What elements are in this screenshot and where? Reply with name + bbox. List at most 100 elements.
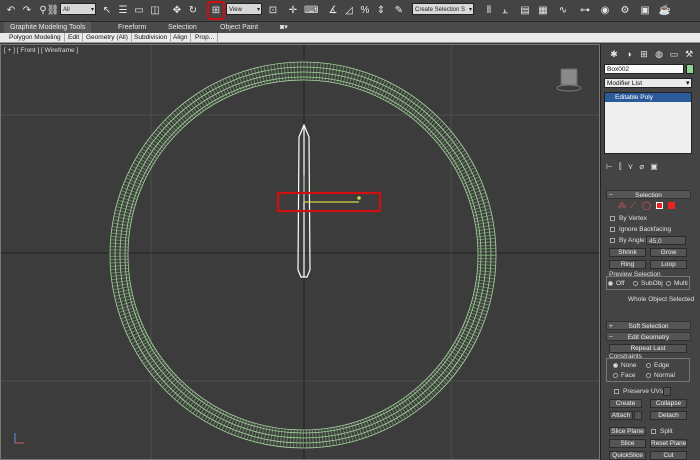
front-viewport[interactable]: [ + ] [ Front ] [ Wireframe ] <box>0 44 600 460</box>
by-vertex-label: By Vertex <box>619 215 647 222</box>
tab-selection[interactable]: Selection <box>168 22 197 33</box>
preview-off-radio[interactable] <box>608 281 613 286</box>
spinner-snap-icon[interactable]: ⇕ <box>374 3 388 18</box>
panel-geometry-all[interactable]: Geometry (All) <box>83 33 132 43</box>
render-production-icon[interactable]: ☕ <box>658 3 672 18</box>
edit-geometry-rollout-header[interactable]: − Edit Geometry <box>606 332 691 341</box>
soft-selection-rollout-header[interactable]: + Soft Selection <box>606 321 691 330</box>
detach-button[interactable]: Detach <box>650 411 687 420</box>
create-button[interactable]: Create <box>609 399 642 408</box>
unlink-icon[interactable]: ⛓ <box>46 3 60 18</box>
ignore-backfacing-checkbox[interactable] <box>610 227 615 232</box>
select-object-icon[interactable]: ↖ <box>100 3 114 18</box>
rectangular-selection-icon[interactable]: ▭ <box>132 3 146 18</box>
tab-graphite-modeling-tools[interactable]: Graphite Modeling Tools <box>4 22 92 33</box>
rotate-icon[interactable]: ↻ <box>186 3 200 18</box>
move-icon[interactable]: ✥ <box>170 3 184 18</box>
cut-button[interactable]: Cut <box>650 451 687 460</box>
attach-button[interactable]: Attach <box>609 411 633 420</box>
loop-button[interactable]: Loop <box>650 260 687 269</box>
object-color-swatch[interactable] <box>686 64 694 74</box>
hierarchy-tab-icon[interactable]: ⊞ <box>637 47 651 62</box>
layer-manager-icon[interactable]: ▤ <box>518 3 532 18</box>
panel-align[interactable]: Align <box>170 33 192 43</box>
preview-off-label: Off <box>616 280 625 287</box>
modify-tab-icon[interactable]: ◑ <box>622 47 636 62</box>
tab-freeform[interactable]: Freeform <box>118 22 146 33</box>
polygon-level-icon[interactable] <box>656 202 663 209</box>
vertex-level-icon[interactable]: ⁂ <box>618 201 626 210</box>
scale-icon[interactable]: ⊞ <box>207 1 225 20</box>
keyboard-shortcut-icon[interactable]: ⌨ <box>304 3 318 18</box>
split-checkbox[interactable] <box>651 429 656 434</box>
selection-status-text: Whole Object Selected <box>628 296 695 303</box>
panel-polygon-modeling[interactable]: Polygon Modeling <box>6 33 65 43</box>
slice-button[interactable]: Slice <box>609 439 646 448</box>
panel-properties[interactable]: Prop... <box>192 33 219 43</box>
pivot-icon[interactable]: ⊡ <box>266 3 280 18</box>
by-angle-checkbox[interactable] <box>610 238 615 243</box>
stack-tools-icons[interactable]: ⊢⫿⋎⌀▣ <box>606 162 692 172</box>
preserve-uvs-label: Preserve UVs <box>623 388 664 395</box>
constraint-none-radio[interactable] <box>613 363 618 368</box>
edit-named-selection-icon[interactable]: ✎ <box>392 3 406 18</box>
curve-editor-icon[interactable]: ∿ <box>556 3 570 18</box>
motion-tab-icon[interactable]: ◍ <box>652 47 666 62</box>
tab-object-paint[interactable]: Object Paint <box>220 22 258 33</box>
element-level-icon[interactable] <box>668 202 675 209</box>
ribbon-options-icon[interactable]: ◙▾ <box>280 22 288 33</box>
modifier-list-dropdown[interactable]: Modifier List <box>604 78 692 88</box>
redo-icon[interactable]: ↷ <box>20 3 34 18</box>
reset-plane-button[interactable]: Reset Plane <box>650 439 687 448</box>
constraint-edge-label: Edge <box>654 362 670 369</box>
ring-button[interactable]: Ring <box>609 260 646 269</box>
snaps-toggle-icon[interactable]: ∡ <box>326 3 340 18</box>
ribbon-toggle-icon[interactable]: ▦ <box>536 3 550 18</box>
window-crossing-icon[interactable]: ◫ <box>148 3 162 18</box>
repeat-last-button[interactable]: Repeat Last <box>609 344 687 353</box>
undo-icon[interactable]: ↶ <box>4 3 18 18</box>
collapse-button[interactable]: Collapse <box>650 399 687 408</box>
schematic-view-icon[interactable]: ⊶ <box>578 3 592 18</box>
grow-button[interactable]: Grow <box>650 248 687 257</box>
quickslice-button[interactable]: QuickSlice <box>609 451 646 460</box>
constraint-face-radio[interactable] <box>613 373 618 378</box>
selection-filter-dropdown[interactable]: All <box>60 3 96 16</box>
rendered-frame-icon[interactable]: ▣ <box>638 3 652 18</box>
shrink-button[interactable]: Shrink <box>609 248 646 257</box>
by-vertex-checkbox[interactable] <box>610 216 615 221</box>
panel-edit[interactable]: Edit <box>65 33 84 43</box>
preview-multi-radio[interactable] <box>666 281 671 286</box>
percent-snap-icon[interactable]: % <box>358 3 372 18</box>
ribbon-tabs: Graphite Modeling Tools Freeform Selecti… <box>0 22 700 33</box>
stack-item-editable-poly[interactable]: Editable Poly <box>605 93 691 102</box>
named-selection-dropdown[interactable]: Create Selection S <box>412 3 474 16</box>
preserve-uvs-settings-button[interactable] <box>663 387 671 396</box>
create-tab-icon[interactable]: ✱ <box>607 47 621 62</box>
panel-subdivision[interactable]: Subdivision <box>131 33 172 43</box>
by-angle-spinner[interactable]: 45,0 <box>646 236 686 245</box>
preview-subobj-radio[interactable] <box>633 281 638 286</box>
object-name-input[interactable]: Box002 <box>604 64 684 74</box>
selection-rollout-header[interactable]: − Selection <box>606 190 691 199</box>
material-editor-icon[interactable]: ◉ <box>598 3 612 18</box>
mirror-icon[interactable]: ⫴ <box>482 3 496 18</box>
attach-settings-button[interactable] <box>634 411 642 420</box>
border-level-icon[interactable]: ◯ <box>642 201 651 210</box>
chevron-down-icon: ▾ <box>686 80 690 87</box>
select-manipulate-icon[interactable]: ✛ <box>286 3 300 18</box>
constraint-edge-radio[interactable] <box>646 363 651 368</box>
subobject-level-icons: ⁂ ⟋ ◯ <box>618 201 688 211</box>
render-setup-icon[interactable]: ⚙ <box>618 3 632 18</box>
reference-coordinate-dropdown[interactable]: View <box>226 3 262 16</box>
utilities-tab-icon[interactable]: ⚒ <box>682 47 696 62</box>
angle-snap-icon[interactable]: ◿ <box>342 3 356 18</box>
slice-plane-button[interactable]: Slice Plane <box>609 427 646 436</box>
align-icon[interactable]: ⫠ <box>498 3 512 18</box>
edge-level-icon[interactable]: ⟋ <box>630 201 636 211</box>
modifier-stack: Editable Poly <box>604 92 692 154</box>
constraint-normal-radio[interactable] <box>646 373 651 378</box>
select-by-name-icon[interactable]: ☰ <box>116 3 130 18</box>
display-tab-icon[interactable]: ▭ <box>667 47 681 62</box>
preserve-uvs-checkbox[interactable] <box>614 389 619 394</box>
